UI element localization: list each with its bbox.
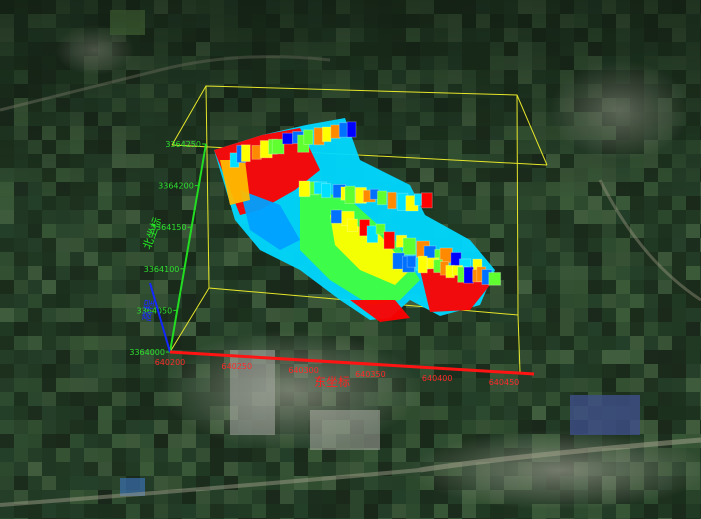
voxel-block — [346, 218, 358, 232]
y-axis-tick-label: 3364200 — [158, 182, 194, 191]
voxel-block — [281, 132, 294, 145]
voxel-block — [406, 255, 417, 268]
x-axis-tick-label: 640400 — [422, 374, 453, 383]
voxel-block — [376, 190, 388, 206]
z-axis-label: 高程 — [139, 298, 157, 322]
voxel-block — [321, 126, 332, 143]
voxel-block — [330, 209, 343, 224]
voxel-block — [320, 183, 332, 199]
voxel-block — [344, 185, 356, 204]
voxel-block — [303, 129, 314, 146]
y-axis-tick-label: 3364000 — [129, 348, 165, 357]
y-axis-line — [169, 143, 207, 353]
voxel-block — [488, 271, 502, 286]
x-axis-tick-label: 640300 — [288, 366, 319, 375]
voxel-model — [214, 118, 502, 322]
x-axis-tick-label: 640350 — [355, 370, 386, 379]
x-axis-label: 东坐标 — [314, 375, 350, 389]
voxel-block — [240, 144, 251, 163]
voxel-block — [298, 180, 311, 198]
y-axis-tick-label: 3364250 — [165, 140, 201, 149]
x-axis-tick-label: 640250 — [222, 362, 253, 371]
voxel-block — [387, 191, 397, 210]
voxel-block — [346, 121, 357, 138]
voxel-block — [421, 192, 433, 209]
voxel-block — [417, 255, 428, 274]
model-overlay: 3364000336405033641003364150336420033642… — [129, 85, 548, 389]
x-axis-tick-label: 640200 — [155, 358, 186, 367]
x-axis-tick-label: 640450 — [489, 378, 520, 387]
voxel-block — [402, 237, 417, 256]
voxel-block — [463, 266, 474, 284]
3d-viewer-viewport[interactable]: 3364000 3364050 3364100 3364150 3364200 33642… — [0, 0, 701, 519]
voxel-block — [330, 124, 341, 139]
y-axis-tick-label: 3364100 — [144, 265, 180, 274]
y-axis-label: 北坐标 — [140, 215, 164, 251]
voxel-block — [383, 231, 396, 250]
